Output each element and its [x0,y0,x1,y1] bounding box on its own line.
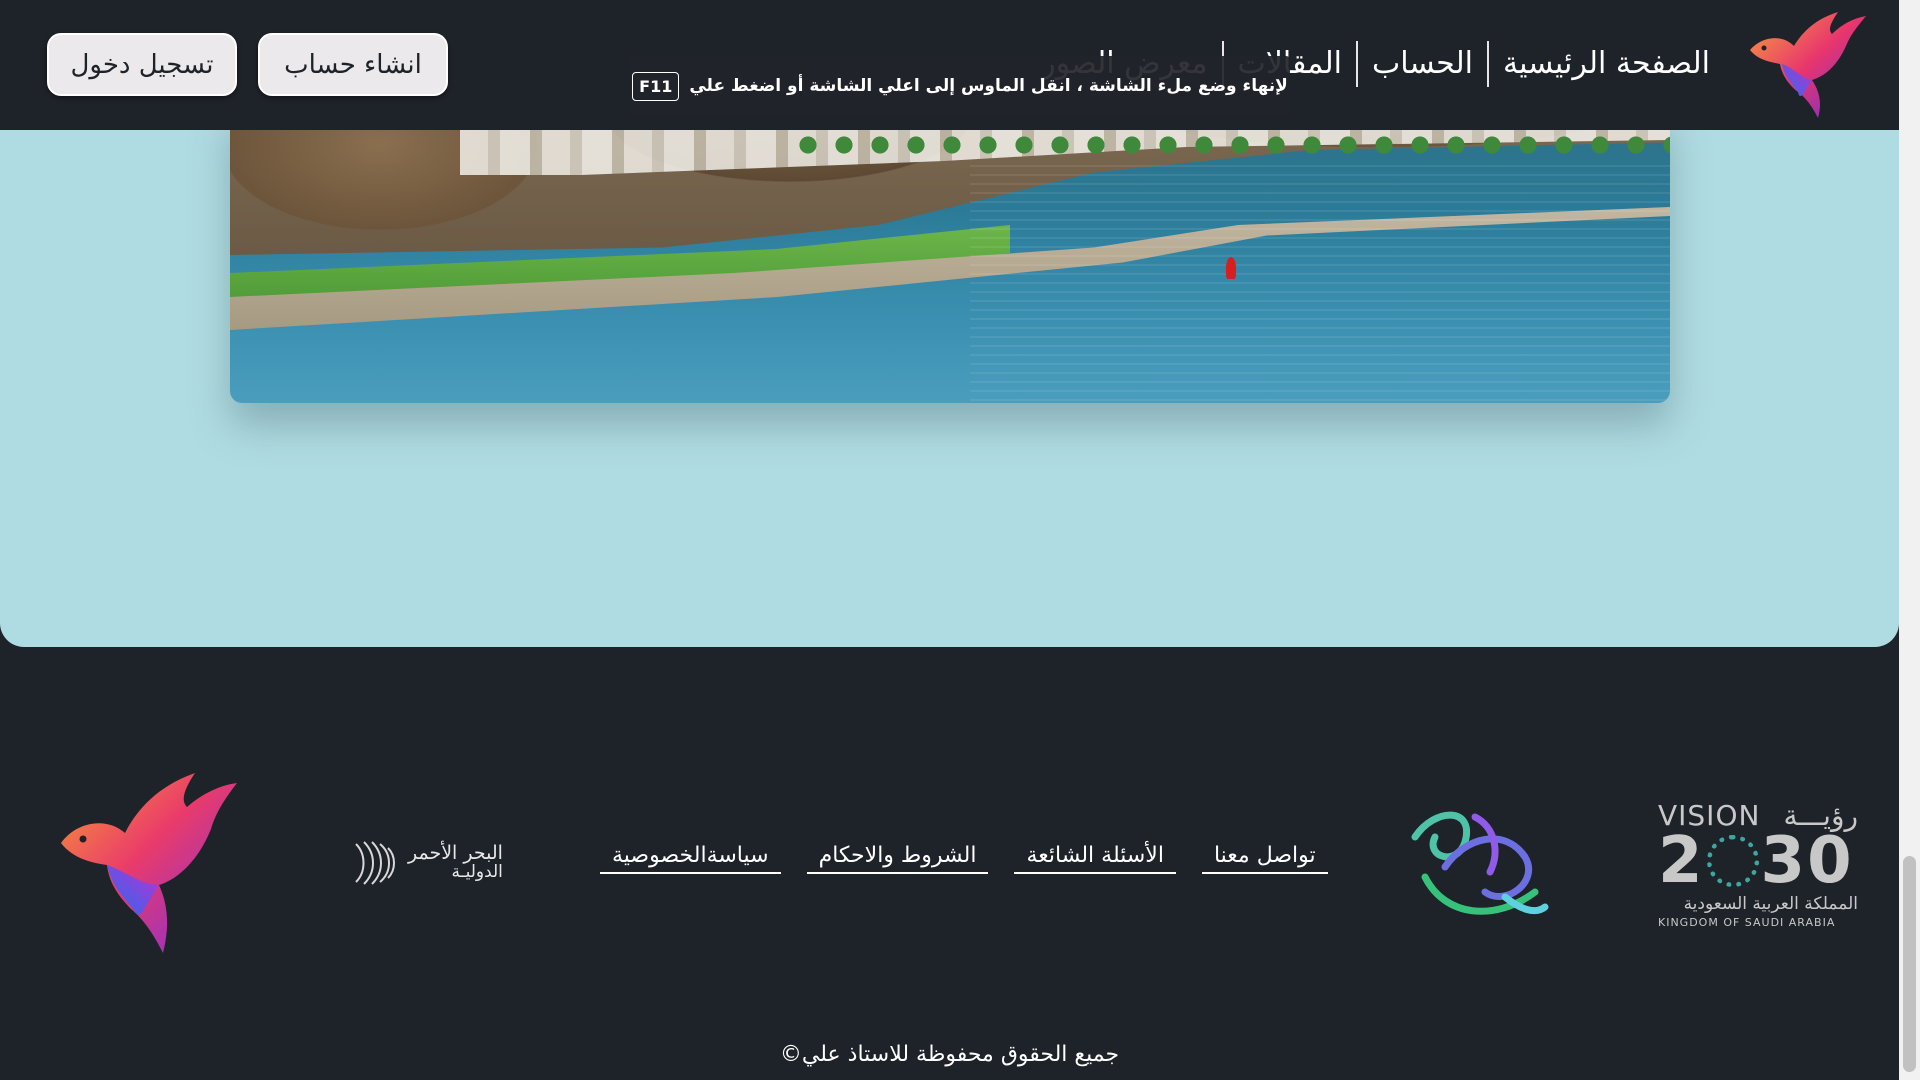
vision-country-en: KINGDOM OF SAUDI ARABIA [1658,916,1836,929]
red-sea-logo: البحر الأحمر الدوليـة [350,835,505,891]
trees-shape [790,125,1670,165]
vision-year-left: 2 [1658,824,1705,898]
red-sea-text: البحر الأحمر الدوليـة [408,842,503,883]
red-sea-line2: الدوليـة [451,862,503,883]
footer-links: تواصل معنا الأسئلة الشائعة الشروط والاحك… [600,843,1328,874]
bird-logo-icon [61,773,237,953]
footer-link-terms[interactable]: الشروط والاحكام [806,843,989,874]
buoy-shape [1226,257,1236,279]
page-scrollbar[interactable] [1899,0,1920,1080]
vision-year: 2 30 [1658,824,1858,898]
login-button[interactable]: تسجيل دخول [47,33,237,96]
footer: البحر الأحمر الدوليـة تواصل معنا الأسئلة… [0,647,1899,1080]
scrollbar-thumb[interactable] [1903,856,1916,1072]
vision-year-right: 30 [1760,824,1854,898]
fullscreen-notification-text: لإنهاء وضع ملء الشاشة ، انقل الماوس إلى … [689,76,1288,96]
red-sea-emblem-icon [355,841,395,885]
red-sea-line1: البحر الأحمر [408,842,503,865]
fullscreen-notification: لإنهاء وضع ملء الشاشة ، انقل الماوس إلى … [630,56,1290,116]
bird-logo-icon[interactable] [1742,6,1870,122]
footer-link-contact[interactable]: تواصل معنا [1201,843,1328,874]
hero-image [230,105,1670,403]
nav-link-home[interactable]: الصفحة الرئيسية [1489,40,1724,88]
footer-link-faq[interactable]: الأسئلة الشائعة [1014,843,1176,874]
signup-button[interactable]: انشاء حساب [258,33,448,96]
page: الصفحة الرئيسية الحساب المقالات معرض الص… [0,0,1899,1080]
footer-link-privacy[interactable]: سياسةالخصوصية [600,843,781,874]
vision-country-ar: المملكة العربية السعودية [1683,894,1858,914]
vision-2030-logo: VISION رؤيـــة 2 30 المملكة العربية السع… [1658,799,1858,929]
copyright-text: ©جميع الحقوق محفوظة للاستاذ علي [779,1042,1120,1067]
water-shape [970,165,1670,403]
f11-key-badge: F11 [632,71,680,101]
nav-link-account[interactable]: الحساب [1358,40,1487,88]
top-navbar: الصفحة الرئيسية الحساب المقالات معرض الص… [0,0,1899,130]
palm-ring-icon [1706,835,1759,887]
calligraphy-logo-icon [1411,811,1549,915]
